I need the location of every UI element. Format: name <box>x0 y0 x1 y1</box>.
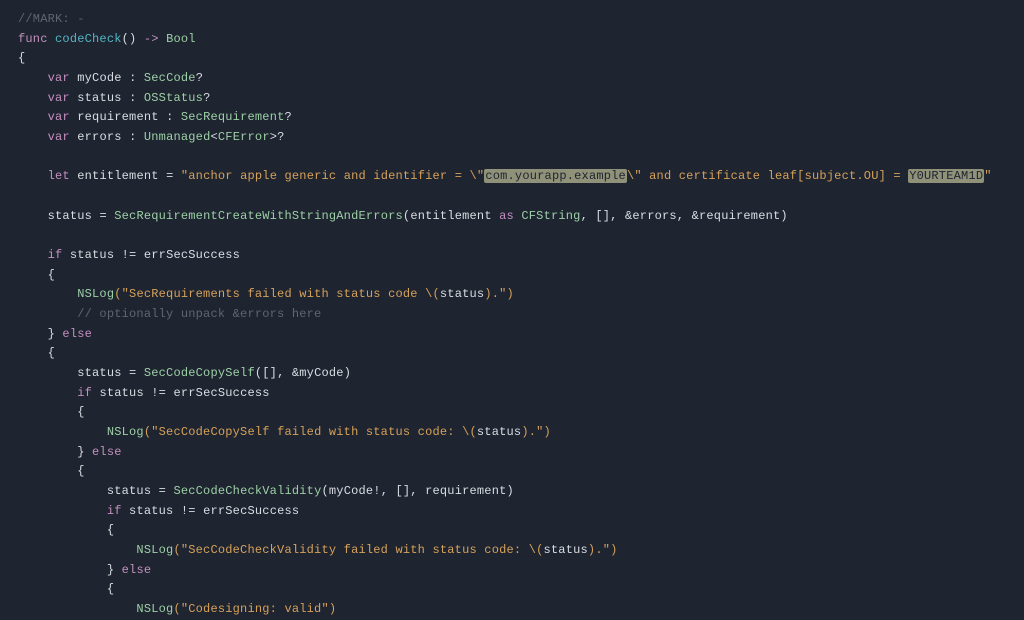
colon: : <box>129 91 136 105</box>
cond-status: status != <box>129 504 196 518</box>
str-ent-3: " <box>984 169 991 183</box>
args-tail: , [], &errors, &requirement) <box>581 209 788 223</box>
lhs-status: status = <box>77 366 136 380</box>
kw-if: if <box>48 248 63 262</box>
kw-if: if <box>77 386 92 400</box>
opt: ? <box>203 91 210 105</box>
kw-else: else <box>92 445 122 459</box>
brace: { <box>48 346 55 360</box>
nslog: NSLog <box>136 602 173 616</box>
fn-secreq-create: SecRequirementCreateWithStringAndErrors <box>114 209 403 223</box>
log3-pre: ("SecCodeCheckValidity failed with statu… <box>173 543 543 557</box>
type-cfstring: CFString <box>521 209 580 223</box>
arrow: -> <box>144 32 159 46</box>
opt: ? <box>285 110 292 124</box>
log4: ("Codesigning: valid") <box>173 602 336 616</box>
comment-unpack: // optionally unpack &errors here <box>77 307 321 321</box>
cond-status: status != <box>99 386 166 400</box>
hl-teamid: Y0URTEAM1D <box>908 169 984 183</box>
var-errors: errors <box>77 130 121 144</box>
opt: ? <box>196 71 203 85</box>
lt: < <box>211 130 218 144</box>
var-entitlement: entitlement <box>77 169 158 183</box>
eq: = <box>99 209 106 223</box>
type-unmanaged: Unmanaged <box>144 130 211 144</box>
fn-checkvalidity: SecCodeCheckValidity <box>173 484 321 498</box>
log3-mid: status <box>544 543 588 557</box>
err-const: errSecSuccess <box>203 504 299 518</box>
lhs-status: status <box>48 209 92 223</box>
lhs-status: status = <box>107 484 166 498</box>
kw-var: var <box>48 91 70 105</box>
kw-as: as <box>499 209 514 223</box>
type-cferror: CFError <box>218 130 270 144</box>
kw-if: if <box>107 504 122 518</box>
hl-bundleid: com.yourapp.example <box>484 169 627 183</box>
brace: { <box>77 464 84 478</box>
var-status: status <box>77 91 121 105</box>
cond-status: status != <box>70 248 137 262</box>
kw-let: let <box>48 169 70 183</box>
brace: } <box>48 327 55 341</box>
str-ent-1: "anchor apple generic and identifier = \… <box>181 169 484 183</box>
colon: : <box>129 130 136 144</box>
brace: { <box>107 523 114 537</box>
kw-var: var <box>48 71 70 85</box>
nslog: NSLog <box>77 287 114 301</box>
log1-post: ).") <box>484 287 514 301</box>
log2-post: ).") <box>521 425 551 439</box>
err-const: errSecSuccess <box>173 386 269 400</box>
colon: : <box>129 71 136 85</box>
err-const: errSecSuccess <box>144 248 240 262</box>
args-checkvalidity: (myCode!, [], requirement) <box>321 484 513 498</box>
kw-func: func <box>18 32 48 46</box>
brace: } <box>107 563 114 577</box>
brace: } <box>77 445 84 459</box>
args-copyself: ([], &myCode) <box>255 366 351 380</box>
var-mycode: myCode <box>77 71 121 85</box>
brace: { <box>107 582 114 596</box>
type-secreq: SecRequirement <box>181 110 285 124</box>
log1-mid: status <box>440 287 484 301</box>
eq: = <box>166 169 173 183</box>
fn-copyself: SecCodeCopySelf <box>144 366 255 380</box>
nslog: NSLog <box>136 543 173 557</box>
gtq: >? <box>270 130 285 144</box>
log1-pre: ("SecRequirements failed with status cod… <box>114 287 440 301</box>
kw-var: var <box>48 130 70 144</box>
brace: { <box>77 405 84 419</box>
code-block: //MARK: - func codeCheck() -> Bool { var… <box>0 0 1024 620</box>
comment-mark: //MARK: - <box>18 12 85 26</box>
kw-else: else <box>122 563 152 577</box>
brace: { <box>48 268 55 282</box>
log3-post: ).") <box>588 543 618 557</box>
fn-name: codeCheck <box>55 32 122 46</box>
str-ent-2: \" and certificate leaf[subject.OU] = <box>627 169 908 183</box>
colon: : <box>166 110 173 124</box>
type-seccode: SecCode <box>144 71 196 85</box>
brace: { <box>18 51 25 65</box>
log2-mid: status <box>477 425 521 439</box>
nslog: NSLog <box>107 425 144 439</box>
log2-pre: ("SecCodeCopySelf failed with status cod… <box>144 425 477 439</box>
arg-ent: entitlement <box>410 209 491 223</box>
var-req: requirement <box>77 110 158 124</box>
kw-else: else <box>62 327 92 341</box>
type-osstatus: OSStatus <box>144 91 203 105</box>
fn-parens: () <box>122 32 137 46</box>
kw-var: var <box>48 110 70 124</box>
type-bool: Bool <box>166 32 196 46</box>
